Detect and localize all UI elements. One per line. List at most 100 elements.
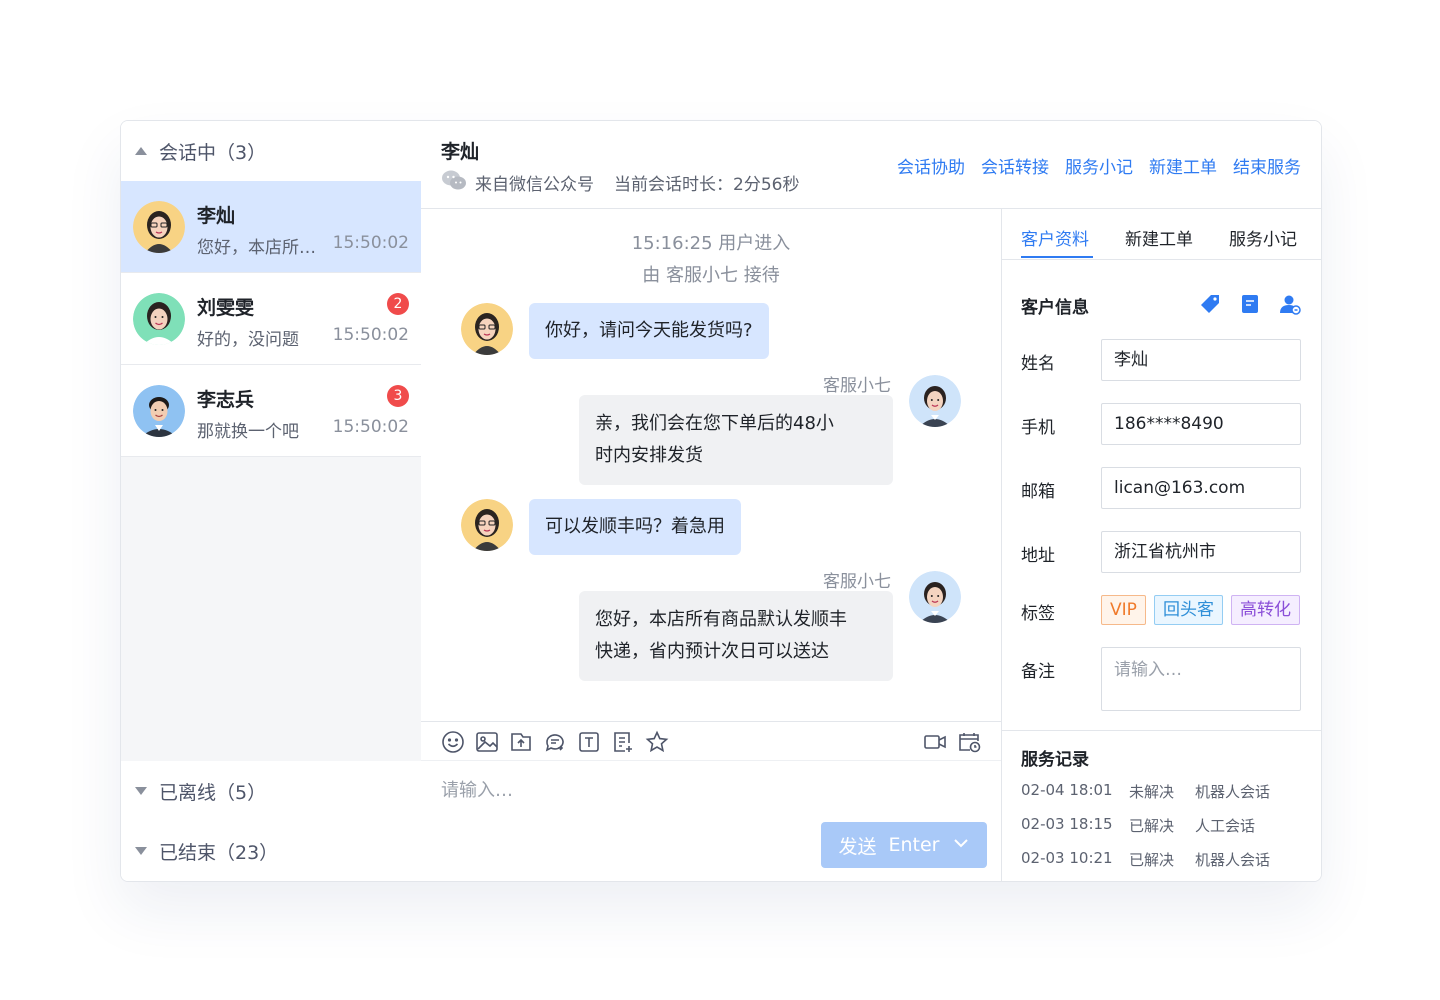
composer-toolbar-right <box>923 730 981 754</box>
quick-reply-icon[interactable] <box>543 730 567 754</box>
text-icon[interactable] <box>577 730 601 754</box>
chat-source: 来自微信公众号 <box>475 175 594 195</box>
avatar <box>133 201 185 253</box>
group-active-header[interactable]: 会话中（3） <box>121 121 421 181</box>
new-ticket-button[interactable]: 新建工单 <box>1149 153 1217 178</box>
tab-underline <box>1021 256 1093 258</box>
composer-toolbar <box>441 730 669 756</box>
chat-contact-name: 李灿 <box>441 141 480 163</box>
avatar <box>133 385 185 437</box>
note-field[interactable]: 请输入… <box>1101 647 1301 711</box>
record-type: 机器人会话 <box>1195 783 1271 801</box>
tab-new-ticket[interactable]: 新建工单 <box>1125 225 1193 250</box>
service-note-button[interactable]: 服务小记 <box>1065 153 1133 178</box>
assist-button[interactable]: 会话协助 <box>897 153 965 178</box>
record-time: 02-03 18:15 <box>1021 815 1113 833</box>
agent-message-line: 您好，本店所有商品默认发顺丰 <box>595 609 847 630</box>
records-title: 服务记录 <box>1021 750 1089 770</box>
conversation-item[interactable]: 李灿 您好，本店所… 15:50:02 <box>121 181 421 273</box>
phone-field[interactable]: 186****8490 <box>1101 403 1301 445</box>
agent-message-line: 时内安排发货 <box>595 445 703 466</box>
service-record-row[interactable]: 02-03 10:21 已解决 机器人会话 <box>1021 849 1270 870</box>
user-message: 可以发顺丰吗？着急用 <box>529 499 741 555</box>
address-field[interactable]: 浙江省杭州市 <box>1101 531 1301 573</box>
group-active-label: 会话中（3） <box>159 141 267 164</box>
section-title: 客户信息 <box>1021 298 1089 318</box>
group-ended-label: 已结束（23） <box>159 841 279 864</box>
agent-avatar <box>909 571 961 623</box>
section-actions <box>1199 293 1301 319</box>
message-composer: 请输入… 发送 Enter <box>421 721 1002 881</box>
message-time: 15:50:02 <box>332 233 409 253</box>
tag-vip[interactable]: VIP <box>1101 595 1146 625</box>
agent-message-line: 快递，省内预计次日可以送达 <box>595 641 829 662</box>
message-preview: 好的，没问题 <box>197 330 299 350</box>
name-field[interactable]: 李灿 <box>1101 339 1301 381</box>
document-icon[interactable] <box>1239 293 1261 319</box>
record-type: 机器人会话 <box>1195 851 1271 869</box>
email-field[interactable]: lican@163.com <box>1101 467 1301 509</box>
contact-name: 刘雯雯 <box>197 297 255 319</box>
user-avatar <box>461 303 513 355</box>
tab-service-note[interactable]: 服务小记 <box>1229 225 1297 250</box>
emoji-icon[interactable] <box>441 730 465 754</box>
chat-messages: 15:16:25 用户进入 由 客服小七 接待 你好，请问今天能发货吗? 客服小… <box>421 209 1002 721</box>
chevron-down-icon[interactable] <box>952 834 970 857</box>
contact-name: 李志兵 <box>197 389 255 411</box>
conversation-item[interactable]: 刘雯雯 2 好的，没问题 15:50:02 <box>121 273 421 365</box>
record-type: 人工会话 <box>1195 817 1256 835</box>
chat-header: 李灿 来自微信公众号 当前会话时长：2分56秒 会话协助 会话转接 服务小记 新… <box>421 121 1321 209</box>
agent-name: 客服小七 <box>823 376 891 396</box>
group-offline-label: 已离线（5） <box>159 781 267 804</box>
transfer-button[interactable]: 会话转接 <box>981 153 1049 178</box>
system-message: 由 客服小七 接待 <box>642 265 780 286</box>
customer-panel: 客户资料 新建工单 服务小记 客户信息 姓名 李灿 手机 186****8490… <box>1002 209 1321 881</box>
upload-icon[interactable] <box>509 730 533 754</box>
avatar <box>133 293 185 345</box>
service-record-row[interactable]: 02-04 18:01 未解决 机器人会话 <box>1021 781 1270 802</box>
field-label-address: 地址 <box>1021 546 1055 566</box>
tag-high-conversion[interactable]: 高转化 <box>1231 595 1300 625</box>
conversation-sidebar: 会话中（3） 李灿 您好，本店所… 15:50:02 刘雯雯 2 好的，没问题 … <box>121 121 422 881</box>
schedule-icon[interactable] <box>957 730 981 754</box>
user-settings-icon[interactable] <box>1279 293 1301 319</box>
user-message: 你好，请问今天能发货吗? <box>529 303 769 359</box>
field-label-email: 邮箱 <box>1021 482 1055 502</box>
form-icon[interactable] <box>611 730 635 754</box>
composer-divider <box>421 760 1001 761</box>
record-time: 02-04 18:01 <box>1021 781 1113 799</box>
agent-avatar <box>909 375 961 427</box>
message-time: 15:50:02 <box>332 417 409 437</box>
group-offline-header[interactable]: 已离线（5） <box>121 761 421 822</box>
agent-message-line: 亲，我们会在您下单后的48小 <box>595 413 834 434</box>
agent-message: 亲，我们会在您下单后的48小 时内安排发货 <box>579 395 893 485</box>
tag-returning[interactable]: 回头客 <box>1154 595 1223 625</box>
message-input[interactable]: 请输入… <box>441 776 513 802</box>
header-actions: 会话协助 会话转接 服务小记 新建工单 结束服务 <box>897 153 1301 178</box>
message-preview: 您好，本店所… <box>197 238 316 258</box>
field-label-phone: 手机 <box>1021 418 1055 438</box>
message-preview: 那就换一个吧 <box>197 422 299 442</box>
send-key: Enter <box>888 834 940 856</box>
service-record-row[interactable]: 02-03 18:15 已解决 人工会话 <box>1021 815 1255 836</box>
chat-duration: 当前会话时长：2分56秒 <box>614 175 800 195</box>
field-label-name: 姓名 <box>1021 354 1055 374</box>
group-ended-header[interactable]: 已结束（23） <box>121 821 421 881</box>
record-time: 02-03 10:21 <box>1021 849 1113 867</box>
conversation-item[interactable]: 李志兵 3 那就换一个吧 15:50:02 <box>121 365 421 457</box>
system-message: 15:16:25 用户进入 <box>631 233 791 254</box>
send-button[interactable]: 发送 Enter <box>821 822 987 868</box>
tag-icon[interactable] <box>1199 293 1221 319</box>
field-label-tags: 标签 <box>1021 604 1055 624</box>
chat-meta: 来自微信公众号 当前会话时长：2分56秒 <box>441 169 799 196</box>
panel-tabs: 客户资料 新建工单 服务小记 <box>1002 209 1321 260</box>
tab-customer-info[interactable]: 客户资料 <box>1021 225 1089 250</box>
video-icon[interactable] <box>923 730 947 754</box>
end-service-button[interactable]: 结束服务 <box>1233 153 1301 178</box>
message-time: 15:50:02 <box>332 325 409 345</box>
expand-down-icon <box>135 787 147 795</box>
image-icon[interactable] <box>475 730 499 754</box>
star-icon[interactable] <box>645 730 669 754</box>
record-status: 已解决 <box>1129 817 1175 835</box>
customer-service-window: 会话中（3） 李灿 您好，本店所… 15:50:02 刘雯雯 2 好的，没问题 … <box>120 120 1322 882</box>
